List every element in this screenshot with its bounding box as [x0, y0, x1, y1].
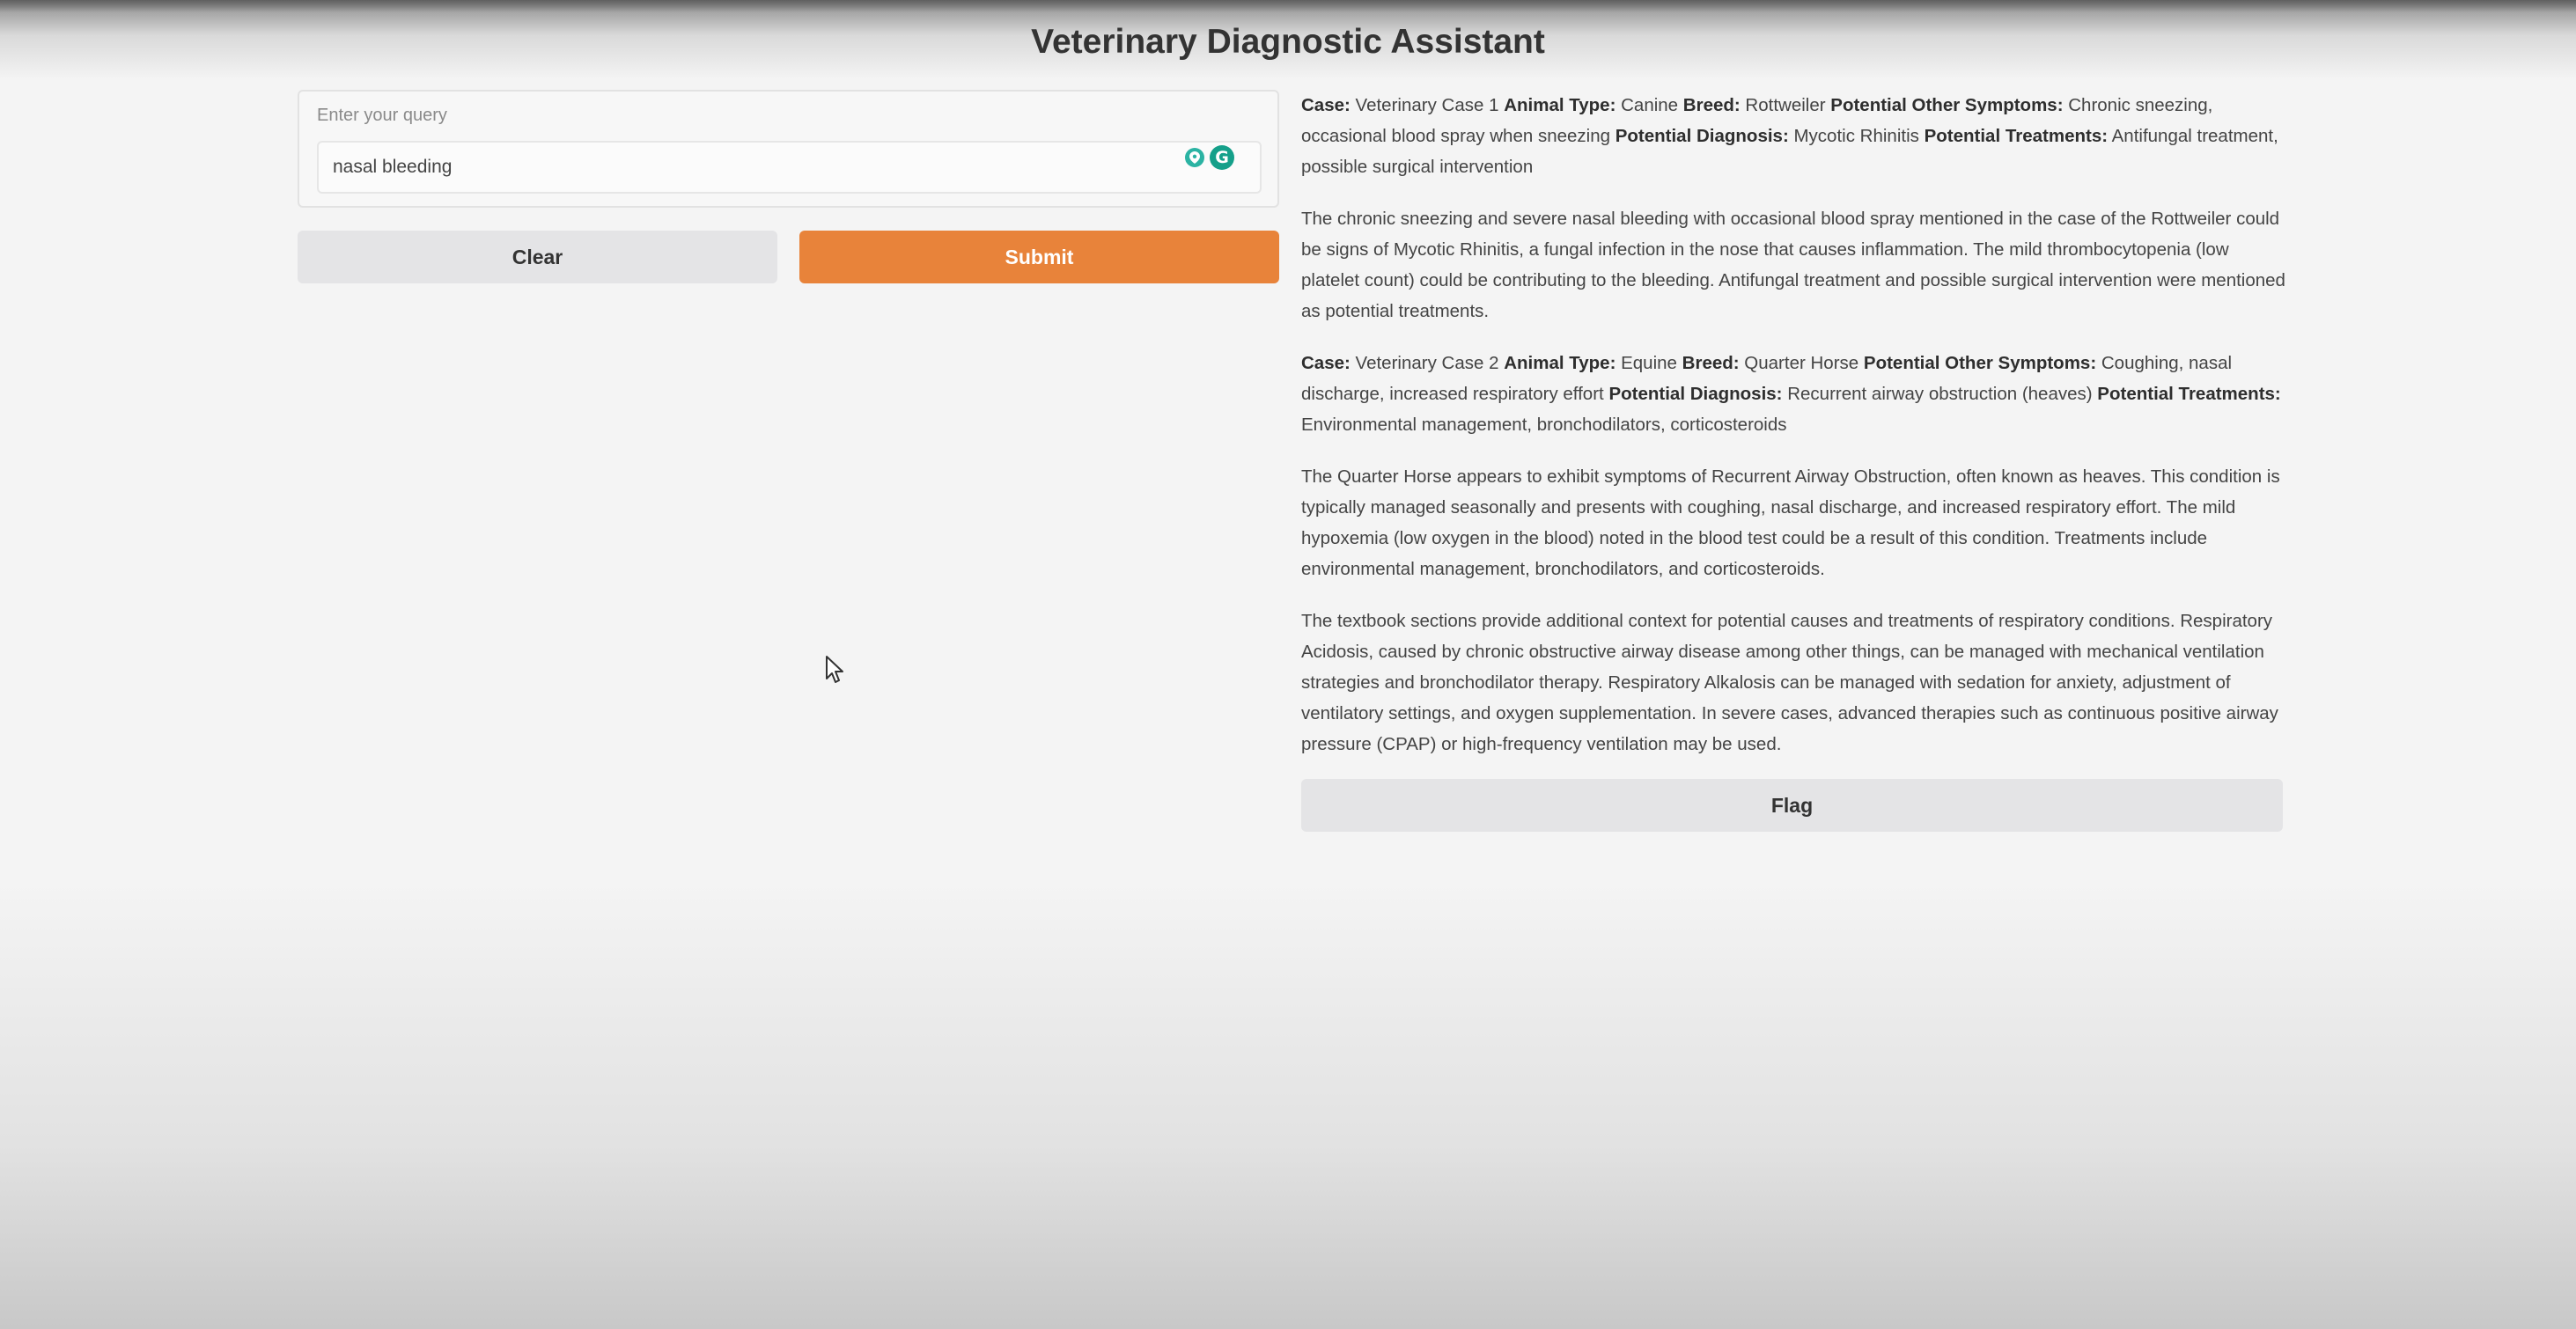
analysis-1: The chronic sneezing and severe nasal bl…	[1301, 209, 2285, 321]
mouse-cursor-icon	[826, 656, 843, 683]
diagnosis-value: Recurrent airway obstruction (heaves)	[1787, 384, 2093, 404]
submit-button[interactable]: Submit	[799, 231, 1279, 283]
output-panel: Case: Veterinary Case 1 Animal Type: Can…	[1301, 90, 2285, 781]
animal-type-value: Equine	[1621, 353, 1677, 373]
animal-type-value: Canine	[1621, 95, 1679, 115]
page-title: Veterinary Diagnostic Assistant	[1031, 23, 1545, 61]
animal-type-label: Animal Type:	[1504, 95, 1616, 115]
case-label: Case:	[1301, 95, 1351, 115]
diagnosis-value: Mycotic Rhinitis	[1793, 126, 1919, 146]
treatments-label: Potential Treatments:	[1924, 126, 2109, 146]
case-value: Veterinary Case 2	[1355, 353, 1499, 373]
case-value: Veterinary Case 1	[1355, 95, 1499, 115]
query-label: Enter your query	[317, 106, 447, 125]
breed-label: Breed:	[1682, 353, 1740, 373]
diagnosis-label: Potential Diagnosis:	[1608, 384, 1783, 404]
extension-icons: G	[1185, 144, 1247, 171]
grammarly-icon[interactable]: G	[1210, 145, 1234, 170]
breed-value: Quarter Horse	[1744, 353, 1859, 373]
clear-button[interactable]: Clear	[298, 231, 777, 283]
query-input[interactable]	[317, 141, 1262, 194]
case-2-summary: Case: Veterinary Case 2 Animal Type: Equ…	[1301, 348, 2285, 440]
animal-type-label: Animal Type:	[1504, 353, 1616, 373]
textbook-note: The textbook sections provide additional…	[1301, 611, 2278, 754]
query-panel: Enter your query G	[298, 90, 1279, 208]
case-1-summary: Case: Veterinary Case 1 Animal Type: Can…	[1301, 90, 2285, 182]
case-label: Case:	[1301, 353, 1351, 373]
symptoms-label: Potential Other Symptoms:	[1830, 95, 2064, 115]
breed-label: Breed:	[1682, 95, 1741, 115]
flag-button[interactable]: Flag	[1301, 779, 2283, 832]
treatments-label: Potential Treatments:	[2097, 384, 2281, 404]
diagnosis-label: Potential Diagnosis:	[1615, 126, 1789, 146]
breed-value: Rottweiler	[1745, 95, 1826, 115]
top-fade	[0, 0, 2576, 12]
symptoms-label: Potential Other Symptoms:	[1863, 353, 2097, 373]
analysis-2: The Quarter Horse appears to exhibit sym…	[1301, 466, 2280, 579]
treatments-value: Environmental management, bronchodilator…	[1301, 415, 1787, 435]
location-pin-icon[interactable]	[1185, 148, 1204, 167]
